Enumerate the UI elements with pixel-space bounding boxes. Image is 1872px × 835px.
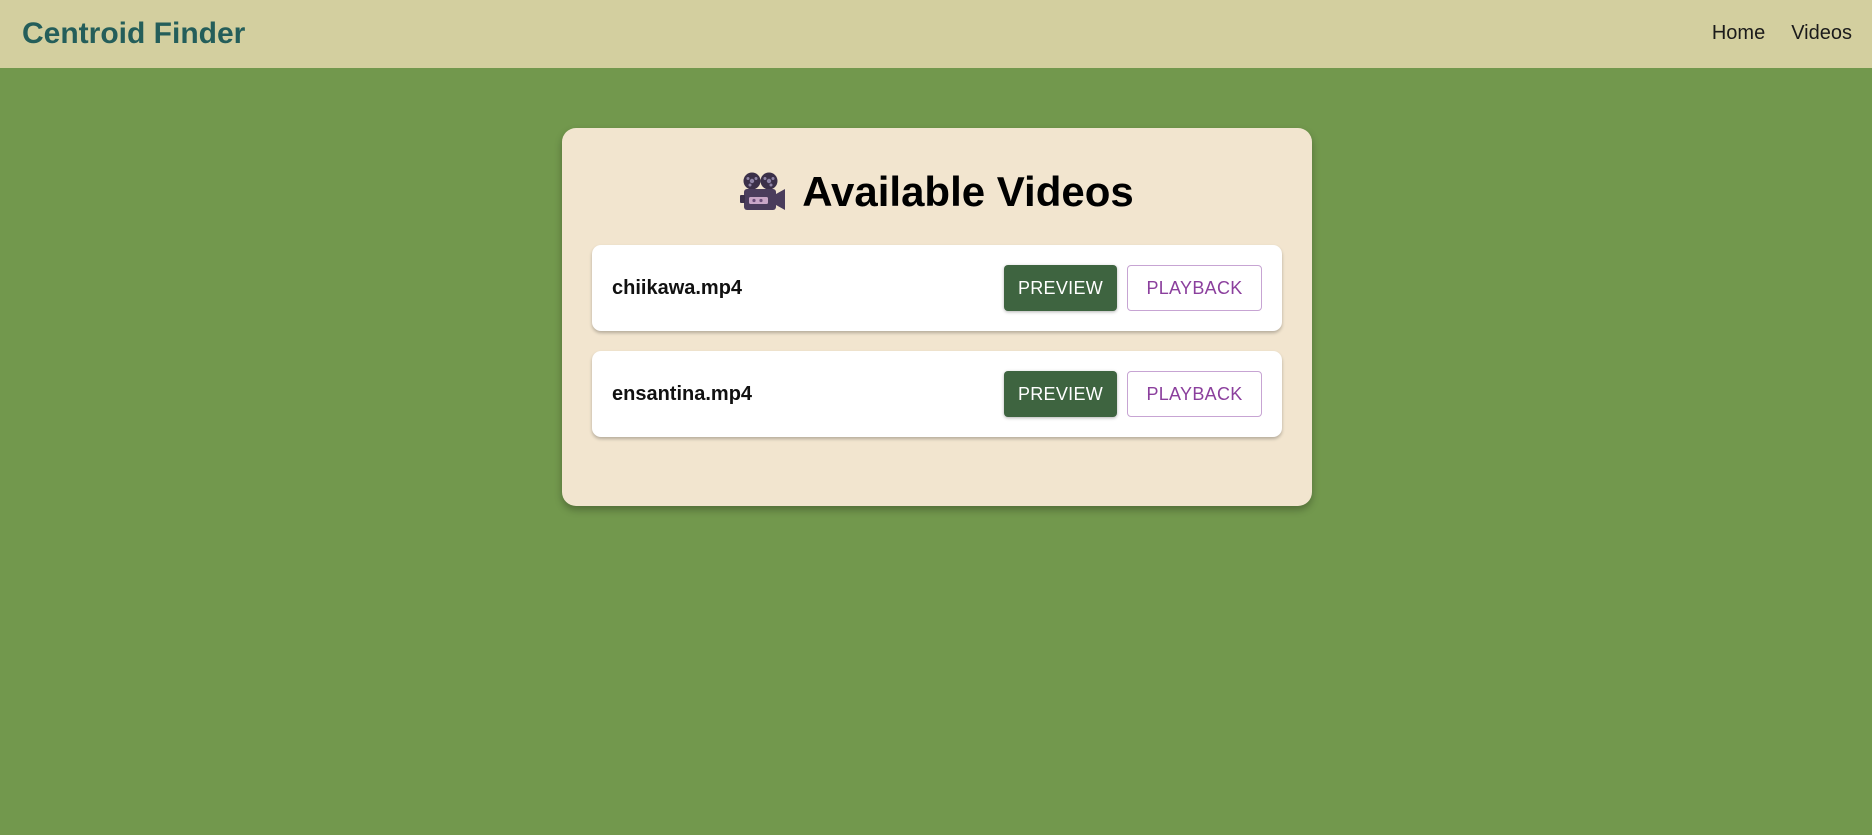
- video-filename: chiikawa.mp4: [612, 276, 743, 299]
- nav-link-videos[interactable]: Videos: [1791, 22, 1852, 45]
- playback-button[interactable]: PLAYBACK: [1127, 265, 1262, 311]
- video-item: ensantina.mp4 PREVIEW PLAYBACK: [592, 351, 1282, 437]
- video-filename: ensantina.mp4: [612, 382, 753, 405]
- video-item: chiikawa.mp4 PREVIEW PLAYBACK: [592, 245, 1282, 331]
- preview-button[interactable]: PREVIEW: [1004, 371, 1117, 417]
- playback-button[interactable]: PLAYBACK: [1127, 371, 1262, 417]
- nav-links: Home Videos: [1712, 22, 1852, 45]
- panel-heading: Available Videos: [562, 164, 1312, 220]
- video-list: chiikawa.mp4 PREVIEW PLAYBACK ensantina.…: [592, 245, 1282, 457]
- videos-panel: Available Videos chiikawa.mp4 PREVIEW PL…: [562, 128, 1312, 506]
- nav-link-home[interactable]: Home: [1712, 22, 1765, 45]
- movie-camera-icon: [740, 172, 786, 210]
- video-actions: PREVIEW PLAYBACK: [1004, 371, 1262, 417]
- preview-button[interactable]: PREVIEW: [1004, 265, 1117, 311]
- page-title: Available Videos: [802, 168, 1134, 215]
- video-actions: PREVIEW PLAYBACK: [1004, 265, 1262, 311]
- brand-link[interactable]: Centroid Finder: [22, 17, 245, 51]
- top-navbar: Centroid Finder Home Videos: [0, 0, 1872, 68]
